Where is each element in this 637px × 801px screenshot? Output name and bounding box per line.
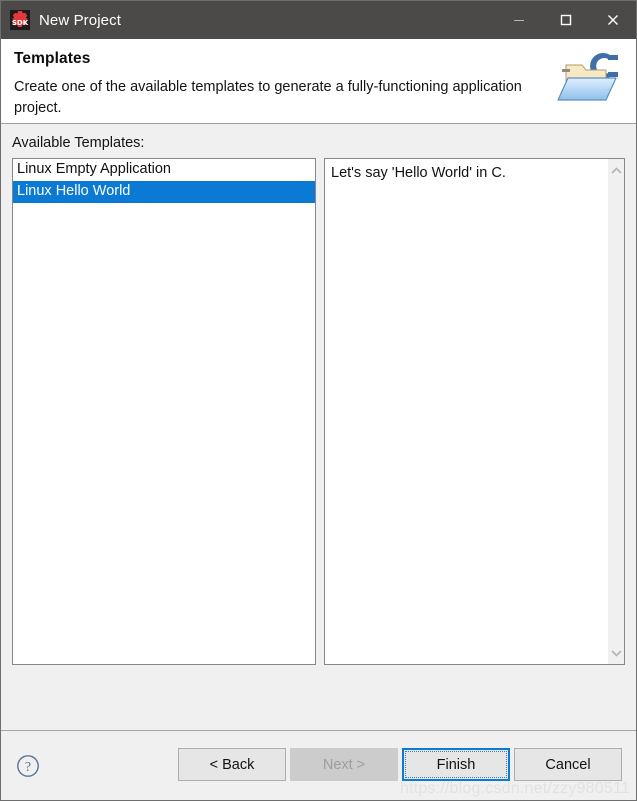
title-bar: SDK New Project [1,1,636,39]
cancel-button[interactable]: Cancel [514,748,622,781]
c-folder-icon [557,53,618,101]
dialog-footer: ? < Back Next > Finish Cancel https://bl… [1,730,636,800]
page-description: Create one of the available templates to… [14,79,522,116]
template-description-panel: Let's say 'Hello World' in C. [324,158,625,665]
chevron-up-icon [610,166,622,174]
templates-list[interactable]: Linux Empty Application Linux Hello Worl… [12,158,316,665]
dialog-body: Available Templates: Linux Empty Applica… [1,124,636,730]
minimize-button[interactable] [495,1,542,39]
description-scrollbar[interactable] [607,159,624,664]
watermark: https://blog.csdn.net/zzy980511 [399,780,630,797]
sdk-icon: SDK [10,10,30,30]
available-templates-label: Available Templates: [12,135,145,151]
close-button[interactable] [589,1,636,39]
finish-button[interactable]: Finish [402,748,510,781]
list-item[interactable]: Linux Empty Application [13,159,315,181]
dialog-header: Templates Create one of the available te… [1,39,636,124]
back-button[interactable]: < Back [178,748,286,781]
close-icon [607,15,618,25]
maximize-icon [560,14,571,26]
scrollbar-up-button[interactable] [608,162,625,179]
window-title: New Project [39,11,121,29]
new-project-dialog: SDK New Project Templates Create one of … [0,0,637,801]
sdk-icon-label: SDK [11,19,29,27]
help-icon[interactable]: ? [16,754,40,778]
maximize-button[interactable] [542,1,589,39]
svg-text:?: ? [25,760,31,775]
footer-buttons: < Back Next > Finish Cancel [178,748,622,781]
next-button: Next > [290,748,398,781]
minimize-icon [513,20,524,21]
list-item[interactable]: Linux Hello World [13,181,315,203]
panes: Linux Empty Application Linux Hello Worl… [12,158,625,665]
page-title: Templates [14,50,91,67]
template-description-text: Let's say 'Hello World' in C. [331,165,506,181]
window-controls [495,1,636,39]
scrollbar-down-button[interactable] [608,644,625,661]
chevron-down-icon [610,649,622,657]
